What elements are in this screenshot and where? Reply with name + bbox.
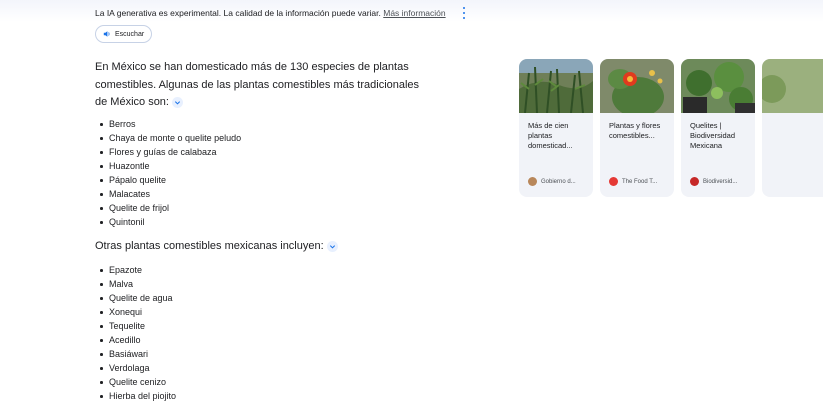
plant-list-other: Epazote Malva Quelite de agua Xonequi Te…	[100, 263, 176, 403]
source-card[interactable]: Quelites | Biodiversidad Mexicana Biodiv…	[681, 59, 755, 197]
card-source-name: Gobierno d...	[541, 178, 576, 185]
intro-text: En México se han domesticado más de 130 …	[95, 61, 420, 108]
list-item: Acedillo	[100, 333, 176, 347]
card-source-name: The Food T...	[622, 178, 658, 185]
card-title: Plantas y flores comestibles...	[609, 121, 661, 140]
list-item: Malva	[100, 277, 176, 291]
list-item: Hierba del piojito	[100, 389, 176, 403]
list-item: Quelite cenizo	[100, 375, 176, 389]
list-item: Quintonil	[100, 215, 241, 229]
plant-list-traditional: Berros Chaya de monte o quelite peludo F…	[100, 117, 241, 229]
source-cards: Más de cien plantas domesticad... Gobier…	[519, 59, 823, 199]
favicon-icon	[690, 177, 699, 186]
card-title: Quelites | Biodiversidad Mexicana	[690, 121, 736, 150]
list-item: Berros	[100, 117, 241, 131]
ai-disclaimer: La IA generativa es experimental. La cal…	[95, 8, 446, 18]
chevron-down-icon[interactable]	[326, 240, 338, 252]
card-source-name: Biodiversid...	[703, 178, 738, 185]
listen-button[interactable]: Escuchar	[95, 25, 153, 43]
intro-paragraph: En México se han domesticado más de 130 …	[95, 59, 425, 112]
favicon-icon	[528, 177, 537, 186]
card-image	[519, 59, 593, 113]
favicon-icon	[609, 177, 618, 186]
source-card[interactable]: Más de cien plantas domesticad... Gobier…	[519, 59, 593, 197]
list-item: Chaya de monte o quelite peludo	[100, 131, 241, 145]
list-item: Quelite de agua	[100, 291, 176, 305]
list-item: Basiáwari	[100, 347, 176, 361]
card-image	[762, 59, 823, 113]
list-item: Verdolaga	[100, 361, 176, 375]
more-info-link[interactable]: Más información	[383, 8, 445, 18]
list-item: Flores y guías de calabaza	[100, 145, 241, 159]
more-vert-icon[interactable]	[461, 7, 467, 19]
list-item: Huazontle	[100, 159, 241, 173]
list-item: Tequelite	[100, 319, 176, 333]
list-item: Malacates	[100, 187, 241, 201]
subheading-text: Otras plantas comestibles mexicanas incl…	[95, 240, 324, 252]
list-item: Xonequi	[100, 305, 176, 319]
list-item: Pápalo quelite	[100, 173, 241, 187]
list-item: Quelite de frijol	[100, 201, 241, 215]
source-card[interactable]: Plantas y flores comestibles... The Food…	[600, 59, 674, 197]
card-image	[600, 59, 674, 113]
listen-label: Escuchar	[115, 30, 145, 38]
speaker-icon	[103, 31, 110, 37]
subheading: Otras plantas comestibles mexicanas incl…	[95, 239, 338, 254]
list-item: Epazote	[100, 263, 176, 277]
source-card-partial[interactable]	[762, 59, 823, 197]
card-source: Biodiversid...	[690, 177, 737, 186]
card-title: Más de cien plantas domesticad...	[528, 121, 573, 150]
card-source: The Food T...	[609, 177, 657, 186]
chevron-down-icon[interactable]	[171, 96, 183, 108]
card-source: Gobierno d...	[528, 177, 576, 186]
disclaimer-text: La IA generativa es experimental. La cal…	[95, 8, 381, 18]
card-image	[681, 59, 755, 113]
